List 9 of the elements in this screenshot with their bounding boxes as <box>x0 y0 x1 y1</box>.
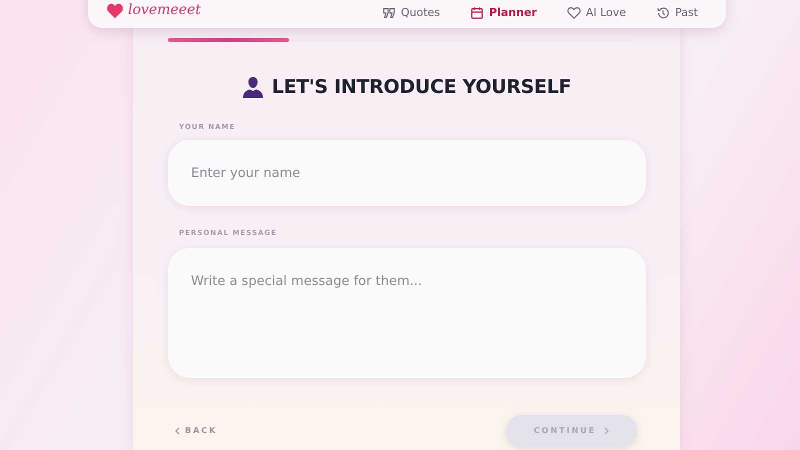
name-field[interactable]: Enter your name <box>168 140 646 206</box>
nav-link[interactable]: Quotes <box>382 4 440 21</box>
message-field[interactable]: Write a special message for them... <box>168 248 646 378</box>
nav-link[interactable]: AI Love <box>566 4 626 21</box>
logo-text: lovemeeet <box>128 1 201 20</box>
nav-link[interactable]: Planner <box>470 4 537 21</box>
section-heading: LET'S INTRODUCE YOURSELF <box>272 75 572 100</box>
back-button[interactable]: BACK <box>175 424 218 436</box>
nav-link[interactable]: Past <box>656 4 698 21</box>
